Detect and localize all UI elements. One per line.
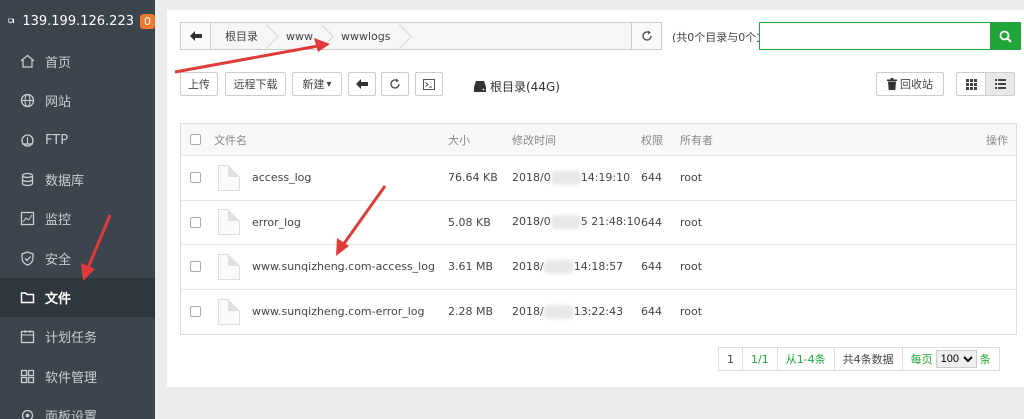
annotation-arrow-file — [336, 185, 387, 256]
annotation-arrow-sidebar — [81, 214, 112, 281]
annotation-arrows — [81, 38, 387, 281]
annotation-arrow-path — [174, 38, 330, 74]
